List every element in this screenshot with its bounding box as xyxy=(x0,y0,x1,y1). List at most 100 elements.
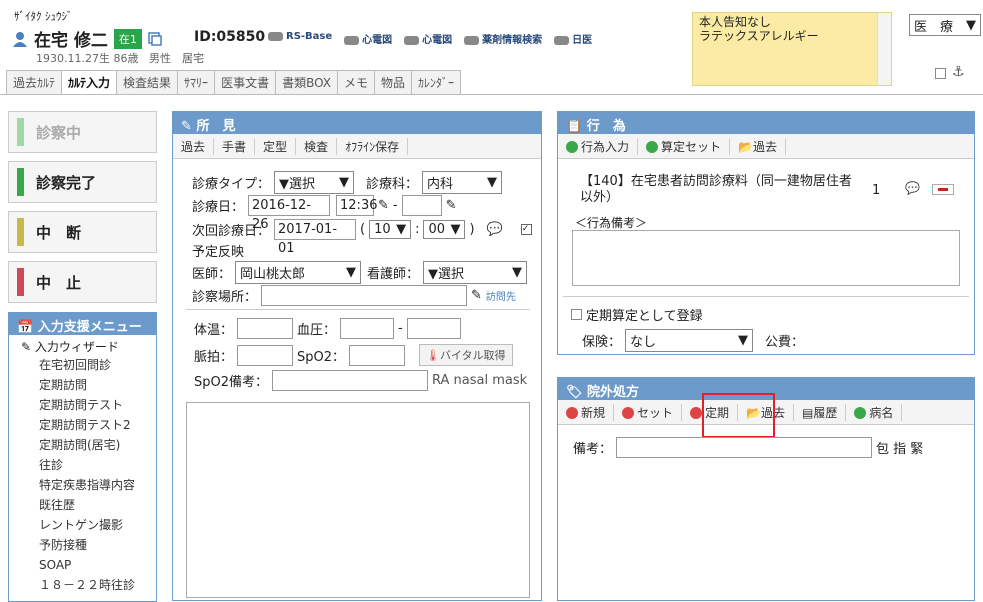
remark-input[interactable] xyxy=(616,437,873,458)
offline-save-button[interactable]: ｵﾌﾗｲﾝ保存 xyxy=(337,137,409,155)
disease-button[interactable]: 病名 xyxy=(846,403,903,421)
wizard-item[interactable]: ✎ 入力ウィザード xyxy=(9,335,156,355)
menu-item[interactable]: １８－２２時往診 xyxy=(9,575,156,595)
new-rx-button[interactable]: 新規 xyxy=(558,403,615,421)
place-input[interactable] xyxy=(261,285,468,306)
tab-calendar[interactable]: ｶﾚﾝﾀﾞｰ xyxy=(411,70,462,94)
status-in-exam-button[interactable]: 診察中 xyxy=(8,111,157,153)
note-scrollbar[interactable] xyxy=(877,13,891,85)
bp-dash: - xyxy=(398,321,403,336)
clipboard-icon: 📋 xyxy=(566,119,583,134)
patient-note[interactable]: 本人告知なし ラテックスアレルギー xyxy=(692,12,892,86)
next-min-select[interactable]: 00 ▼ xyxy=(423,220,466,239)
spo2-input[interactable] xyxy=(349,344,406,366)
koui-past-button[interactable]: 📂過去 xyxy=(730,137,786,155)
pulse-input[interactable] xyxy=(237,344,294,366)
history-button[interactable]: ▤履歴 xyxy=(794,403,847,421)
visit-link[interactable]: 訪問先 xyxy=(486,288,516,303)
main-tabs: 過去ｶﾙﾃ ｶﾙﾃ入力 検査結果 ｻﾏﾘｰ 医事文書 書類BOX メモ 物品 ｶ… xyxy=(6,70,462,94)
koui-note-label: ＜行為備考＞ xyxy=(575,216,648,230)
tab-past-karte[interactable]: 過去ｶﾙﾃ xyxy=(6,70,63,94)
handwrite-button[interactable]: 手書 xyxy=(214,137,256,155)
link-ecg-2[interactable]: 心電図 xyxy=(404,31,452,46)
department-select[interactable]: 医 療 ▼ xyxy=(909,14,981,36)
link-rs-base[interactable]: RS-Base xyxy=(268,31,332,46)
nurse-select[interactable]: ▼選択 ▼ xyxy=(423,261,528,284)
status-complete-button[interactable]: 診察完了 xyxy=(8,161,157,203)
menu-item[interactable]: 既往歴 xyxy=(9,495,156,515)
reflect-checkbox[interactable]: ✓ xyxy=(520,224,532,235)
next-hour-select[interactable]: 10 ▼ xyxy=(369,220,412,239)
dept-label: 診療科： xyxy=(366,177,419,192)
test-button[interactable]: 検査 xyxy=(296,137,338,155)
remove-icon[interactable] xyxy=(932,184,954,195)
menu-item[interactable]: 往診 xyxy=(9,455,156,475)
koui-input-button[interactable]: 行為入力 xyxy=(558,137,639,155)
patient-kana: ｻﾞｲﾀｸ ｼｭｳｼﾞ xyxy=(14,10,73,23)
menu-item[interactable]: 予防接種 xyxy=(9,535,156,555)
copy-icon[interactable] xyxy=(148,31,162,46)
tab-medical-docs[interactable]: 医事文書 xyxy=(214,70,277,94)
menu-item[interactable]: レントゲン撮影 xyxy=(9,515,156,535)
doctor-select[interactable]: 岡山桃太郎 ▼ xyxy=(235,261,362,284)
anchor-icon[interactable]: ⚓ xyxy=(952,64,965,80)
menu-item[interactable]: SOAP xyxy=(9,555,156,575)
edit-icon[interactable]: ✎ xyxy=(378,198,389,213)
link-ecg-1[interactable]: 心電図 xyxy=(344,31,392,46)
time-input[interactable]: 12:36 xyxy=(336,195,377,216)
patient-birth: 1930.11.27生 86歳 男性 xyxy=(36,52,171,65)
tab-memo[interactable]: メモ xyxy=(337,70,376,94)
type-select[interactable]: ▼選択 ▼ xyxy=(274,171,355,194)
date-input[interactable]: 2016-12-26 xyxy=(248,195,331,232)
tab-summary[interactable]: ｻﾏﾘｰ xyxy=(177,70,216,94)
set-rx-button[interactable]: セット xyxy=(614,403,683,421)
menu-item[interactable]: 定期訪問テスト2 xyxy=(9,415,156,435)
edit-icon[interactable]: ✎ xyxy=(471,288,482,303)
koui-note-textarea[interactable] xyxy=(572,230,960,286)
santei-set-button[interactable]: 算定セット xyxy=(638,137,731,155)
bp-high-input[interactable] xyxy=(340,318,395,339)
header-links: RS-Base 心電図 心電図 薬剤情報検索 日医 xyxy=(268,31,592,46)
car-icon xyxy=(404,35,420,45)
pill-icon xyxy=(622,407,635,419)
spo2-label: SpO2： xyxy=(297,349,346,365)
menu-item[interactable]: 定期訪問 xyxy=(9,375,156,395)
link-nichii[interactable]: 日医 xyxy=(554,31,592,46)
past-button[interactable]: 過去 xyxy=(173,137,215,155)
time-end-input[interactable] xyxy=(401,195,442,216)
comment-icon[interactable]: 💬 xyxy=(905,181,920,195)
vital-button[interactable]: 🌡バイタル取得 xyxy=(419,344,513,366)
nurse-label: 看護師： xyxy=(367,267,420,282)
bp-low-input[interactable] xyxy=(406,318,461,339)
comment-icon[interactable]: 💬 xyxy=(487,222,503,237)
remark-options: 包 指 緊 xyxy=(876,442,924,457)
menu-item[interactable]: 定期訪問テスト xyxy=(9,395,156,415)
template-button[interactable]: 定型 xyxy=(255,137,297,155)
input-menu-panel: 📅 入力支援メニュー ✎ 入力ウィザード 在宅初回問診 定期訪問 定期訪問テスト… xyxy=(8,312,157,602)
plus-icon xyxy=(646,141,659,153)
insurance-select[interactable]: なし ▼ xyxy=(625,329,754,352)
status-cancel-button[interactable]: 中 止 xyxy=(8,261,157,303)
koui-title: 📋 行 為 xyxy=(558,112,974,134)
status-suspend-button[interactable]: 中 断 xyxy=(8,211,157,253)
header-checkbox[interactable] xyxy=(935,68,946,79)
edit-icon[interactable]: ✎ xyxy=(446,198,457,213)
date-label: 診療日： xyxy=(192,200,245,215)
menu-item[interactable]: 在宅初回問診 xyxy=(9,355,156,375)
shoken-textarea[interactable] xyxy=(186,402,530,598)
next-date-input[interactable]: 2017-01-01 xyxy=(274,219,357,256)
tab-test-results[interactable]: 検査結果 xyxy=(116,70,179,94)
tab-document-box[interactable]: 書類BOX xyxy=(275,70,338,94)
tab-karte-input[interactable]: ｶﾙﾃ入力 xyxy=(61,70,118,94)
tab-goods[interactable]: 物品 xyxy=(374,70,413,94)
dept-select[interactable]: 内科 ▼ xyxy=(422,171,503,194)
menu-item[interactable]: 特定疾患指導内容 xyxy=(9,475,156,495)
link-drug-search[interactable]: 薬剤情報検索 xyxy=(464,31,542,46)
menu-item[interactable]: 定期訪問(居宅) xyxy=(9,435,156,455)
spo2-note-input[interactable] xyxy=(272,370,429,391)
status-badge: 在1 xyxy=(113,28,142,49)
koui-item[interactable]: 【140】在宅患者訪問診療料（同一建物居住者以外） xyxy=(580,174,860,206)
temp-input[interactable] xyxy=(237,318,294,339)
pencil-icon: ✎ xyxy=(181,119,192,134)
teiki-checkbox[interactable] xyxy=(571,309,582,320)
